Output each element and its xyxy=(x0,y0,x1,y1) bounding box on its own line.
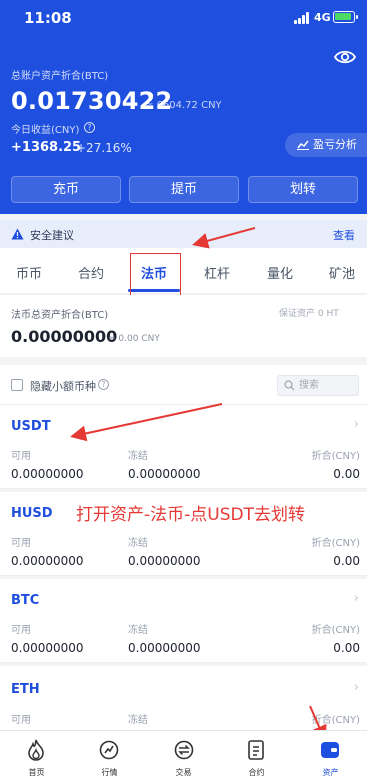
nav-market-label: 行情 xyxy=(101,768,118,777)
eye-icon[interactable] xyxy=(334,48,356,66)
bottom-nav: 首页 行情 交易 合约 资产 xyxy=(0,730,367,780)
available-value: 0.00000000 xyxy=(11,641,84,655)
today-profit-percent: +27.16% xyxy=(76,141,132,155)
equiv-label: 折合(CNY) xyxy=(311,625,360,636)
coin-card-usdt[interactable]: USDT › 可用 冻结 折合(CNY) 0.00000000 0.000000… xyxy=(0,405,367,489)
security-advice-bar[interactable]: 安全建议 查看 xyxy=(0,220,367,248)
total-assets-label: 总账户资产折合(BTC) xyxy=(11,71,109,82)
available-label: 可用 xyxy=(11,451,31,462)
tab-pool[interactable]: 矿池 xyxy=(329,263,367,282)
equiv-label: 折合(CNY) xyxy=(311,715,360,726)
status-time: 11:08 xyxy=(24,9,72,27)
search-icon xyxy=(284,380,295,391)
coin-name: ETH xyxy=(11,682,40,697)
nav-contract[interactable]: 合约 xyxy=(220,731,293,780)
pnl-analysis-label: 盈亏分析 xyxy=(313,138,357,151)
tab-margin[interactable]: 杠杆 xyxy=(204,263,230,282)
coin-name: BTC xyxy=(11,593,40,608)
available-label: 可用 xyxy=(11,625,31,636)
search-placeholder: 搜索 xyxy=(299,380,319,391)
coin-card-eth[interactable]: ETH › 可用 冻结 折合(CNY) xyxy=(0,666,367,730)
nav-contract-label: 合约 xyxy=(248,768,265,777)
available-label: 可用 xyxy=(11,538,31,549)
question-icon[interactable]: ? xyxy=(84,122,95,133)
equiv-value: 0.00 xyxy=(333,554,360,568)
equiv-label: 折合(CNY) xyxy=(311,538,360,549)
security-view-link[interactable]: 查看 xyxy=(333,227,355,243)
coin-name: USDT xyxy=(11,419,51,434)
hide-small-label[interactable]: 隐藏小额币种 xyxy=(30,378,96,394)
frozen-label: 冻结 xyxy=(128,715,148,726)
guarantee-assets: 保证资产 0 HT xyxy=(279,309,339,319)
tab-spot[interactable]: 币币 xyxy=(16,263,42,282)
total-assets-cny: ≈ 6604.72 CNY xyxy=(145,100,222,111)
nav-trade[interactable]: 交易 xyxy=(147,731,220,780)
flame-icon xyxy=(28,739,44,761)
fiat-total-cny: ≈ 0.00 CNY xyxy=(108,334,160,344)
available-label: 可用 xyxy=(11,715,31,726)
equiv-value: 0.00 xyxy=(333,467,360,481)
deposit-button[interactable]: 充币 xyxy=(11,176,121,203)
transfer-button[interactable]: 划转 xyxy=(248,176,358,203)
chevron-right-icon: › xyxy=(353,417,359,432)
nav-home[interactable]: 首页 xyxy=(0,731,73,780)
available-value: 0.00000000 xyxy=(11,467,84,481)
nav-trade-label: 交易 xyxy=(175,768,192,777)
fiat-summary: 法币总资产折合(BTC) 保证资产 0 HT 0.00000000 ≈ 0.00… xyxy=(0,295,367,357)
equiv-label: 折合(CNY) xyxy=(311,451,360,462)
account-tabs: 币币 合约 法币 杠杆 量化 矿池 xyxy=(0,248,367,294)
signal-icon xyxy=(294,12,312,24)
status-bar: 11:08 4G xyxy=(0,0,367,34)
exchange-icon xyxy=(174,740,194,760)
today-profit-value: +1368.25 xyxy=(11,140,82,155)
battery-icon xyxy=(333,11,358,23)
search-input[interactable]: 搜索 xyxy=(277,375,359,396)
frozen-value: 0.00000000 xyxy=(128,554,201,568)
fiat-total-value: 0.00000000 xyxy=(11,327,118,346)
pnl-analysis-button[interactable]: 盈亏分析 xyxy=(285,133,367,157)
tab-quant[interactable]: 量化 xyxy=(267,263,293,282)
nav-assets-label: 资产 xyxy=(322,768,339,777)
coin-card-btc[interactable]: BTC › 可用 冻结 折合(CNY) 0.00000000 0.0000000… xyxy=(0,579,367,663)
today-profit-label: 今日收益(CNY) xyxy=(11,125,80,136)
instruction-annotation: 打开资产-法币-点USDT去划转 xyxy=(76,505,305,525)
chart-icon xyxy=(99,740,119,760)
warning-icon xyxy=(11,228,24,240)
hide-small-checkbox[interactable] xyxy=(11,379,23,391)
question-icon[interactable]: ? xyxy=(98,379,109,390)
frozen-label: 冻结 xyxy=(128,538,148,549)
contract-icon xyxy=(248,740,264,760)
asset-header: 11:08 4G 总账户资产折合(BTC) 0.01730422 ≈ 6604.… xyxy=(0,0,367,214)
fiat-total-label: 法币总资产折合(BTC) xyxy=(11,310,109,321)
withdraw-button[interactable]: 提币 xyxy=(129,176,239,203)
available-value: 0.00000000 xyxy=(11,554,84,568)
frozen-label: 冻结 xyxy=(128,625,148,636)
wallet-icon xyxy=(321,742,339,758)
tab-contract[interactable]: 合约 xyxy=(78,263,104,282)
nav-market[interactable]: 行情 xyxy=(73,731,146,780)
frozen-label: 冻结 xyxy=(128,451,148,462)
equiv-value: 0.00 xyxy=(333,641,360,655)
network-label: 4G xyxy=(314,11,331,24)
security-advice-text: 安全建议 xyxy=(30,229,74,242)
trend-icon xyxy=(297,140,309,150)
frozen-value: 0.00000000 xyxy=(128,641,201,655)
frozen-value: 0.00000000 xyxy=(128,467,201,481)
filter-row: 隐藏小额币种 ? 搜索 xyxy=(0,365,367,405)
fiat-tab-highlight-box xyxy=(130,253,181,299)
chevron-right-icon: › xyxy=(353,591,359,606)
nav-assets[interactable]: 资产 xyxy=(294,731,367,780)
nav-home-label: 首页 xyxy=(28,768,45,777)
coin-name: HUSD xyxy=(11,506,53,521)
chevron-right-icon: › xyxy=(353,680,359,695)
